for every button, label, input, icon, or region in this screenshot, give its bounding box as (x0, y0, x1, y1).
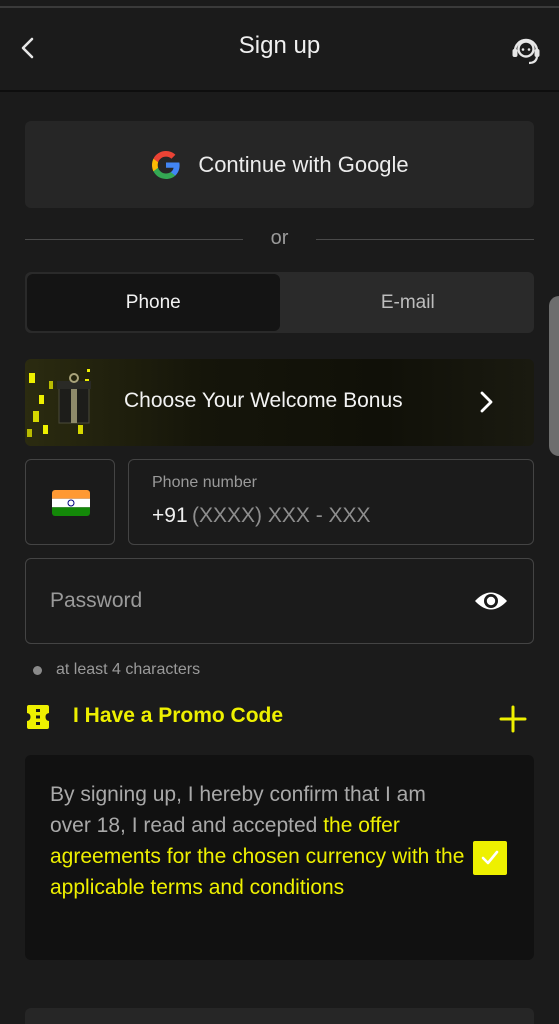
headset-support-icon[interactable] (508, 32, 544, 68)
terms-agreement-box: By signing up, I hereby confirm that I a… (25, 755, 534, 960)
welcome-bonus-label: Choose Your Welcome Bonus (124, 389, 403, 412)
terms-text: By signing up, I hereby confirm that I a… (50, 779, 470, 903)
signup-method-tabs: Phone E-mail (25, 272, 534, 333)
continue-with-google-button[interactable]: Continue with Google (25, 121, 534, 208)
password-input[interactable] (50, 585, 450, 617)
checkmark-icon (481, 850, 499, 865)
ticket-icon (27, 705, 49, 729)
tab-email[interactable]: E-mail (282, 272, 535, 333)
google-button-label: Continue with Google (198, 151, 409, 177)
india-flag-icon (52, 490, 90, 516)
divider-right (316, 239, 534, 240)
phone-number-input[interactable] (192, 500, 512, 532)
phone-country-prefix: +91 (152, 504, 188, 527)
google-logo-icon (152, 150, 180, 179)
phone-number-label: Phone number (152, 474, 257, 491)
header-bar: Sign up (0, 8, 559, 92)
chevron-right-icon (480, 391, 493, 413)
welcome-bonus-banner[interactable]: Choose Your Welcome Bonus (25, 359, 534, 446)
eye-icon[interactable] (473, 586, 509, 616)
promo-code-toggle[interactable]: I Have a Promo Code (73, 704, 283, 728)
password-field[interactable] (25, 558, 534, 644)
scrollbar-thumb[interactable] (549, 296, 559, 456)
tab-phone[interactable]: Phone (27, 274, 280, 331)
page-title: Sign up (238, 32, 321, 59)
plus-icon[interactable] (498, 704, 528, 734)
hint-bullet (33, 666, 42, 675)
password-hint-text: at least 4 characters (56, 661, 201, 678)
submit-button-partial[interactable] (25, 1008, 534, 1024)
country-code-selector[interactable] (25, 459, 115, 545)
terms-checkbox[interactable] (473, 841, 507, 875)
phone-number-field[interactable]: Phone number +91 (128, 459, 534, 545)
